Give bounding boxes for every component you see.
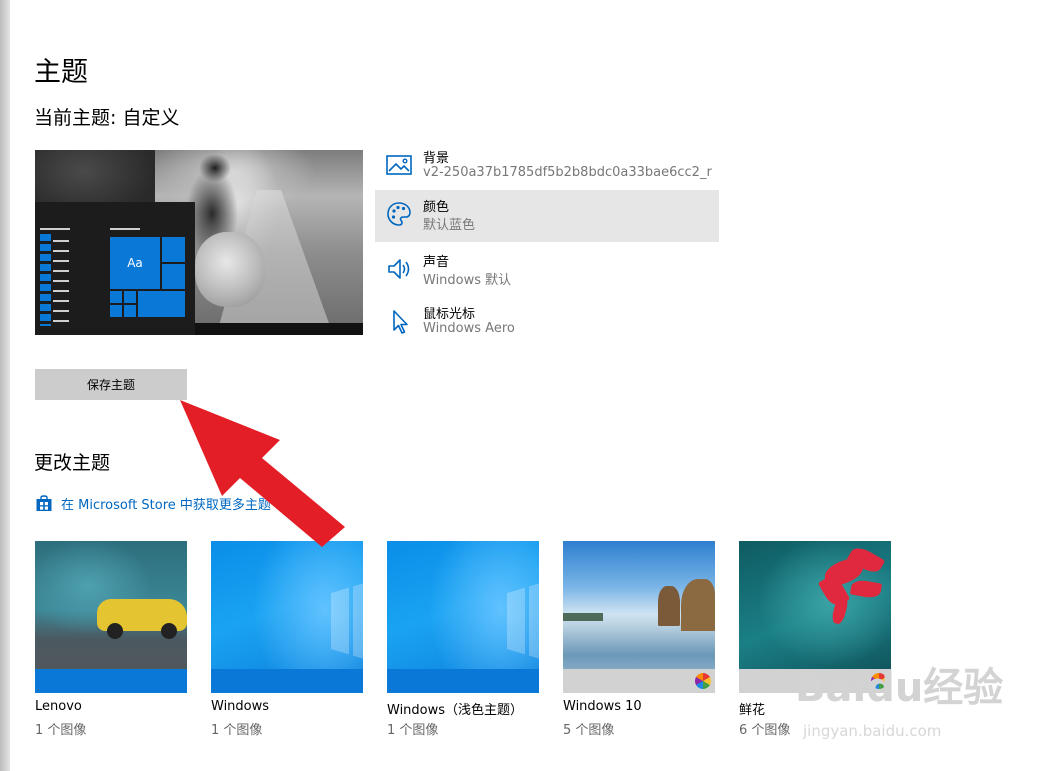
speaker-icon	[388, 259, 410, 279]
setting-title: 声音	[423, 255, 450, 270]
watermark-logo: Baidu经验	[795, 665, 1004, 711]
setting-color[interactable]: 颜色 默认蓝色	[375, 190, 719, 242]
theme-image-count: 5 个图像	[563, 723, 615, 738]
setting-value: 默认蓝色	[423, 218, 476, 233]
palette-icon	[387, 202, 411, 226]
theme-card-windows-light[interactable]: Windows（浅色主题） 1 个图像	[387, 541, 539, 738]
theme-name: Windows（浅色主题）	[387, 703, 524, 718]
theme-card-lenovo[interactable]: Lenovo 1 个图像	[35, 541, 187, 738]
setting-title: 鼠标光标	[423, 307, 476, 322]
theme-image-count: 1 个图像	[211, 723, 263, 738]
store-bag-icon	[36, 495, 52, 511]
theme-thumbnail	[35, 541, 187, 693]
save-theme-button[interactable]: 保存主题	[35, 369, 187, 400]
theme-thumbnail	[211, 541, 363, 693]
setting-value: Windows 默认	[423, 273, 512, 288]
theme-name: Lenovo	[35, 699, 82, 714]
watermark-url: jingyan.baidu.com	[803, 722, 942, 740]
theme-image-count: 1 个图像	[387, 723, 439, 738]
current-theme-heading: 当前主题: 自定义	[34, 107, 180, 129]
theme-thumbnail	[563, 541, 715, 693]
setting-value: v2-250a37b1785df5b2b8bdc0a33bae6cc2_r	[423, 165, 712, 180]
setting-value: Windows Aero	[423, 321, 515, 336]
preview-tile: Aa	[110, 237, 160, 289]
left-window-edge	[0, 0, 10, 771]
theme-thumbnail	[387, 541, 539, 693]
theme-image-count: 6 个图像	[739, 723, 791, 738]
picture-icon	[386, 155, 412, 175]
theme-name: 鲜花	[739, 703, 766, 718]
setting-title: 背景	[423, 151, 450, 166]
store-link-text: 在 Microsoft Store 中获取更多主题	[61, 498, 271, 513]
page-title: 主题	[34, 57, 88, 88]
theme-preview: Aa	[35, 150, 363, 335]
setting-cursor[interactable]: 鼠标光标 Windows Aero	[375, 297, 719, 349]
color-wheel-icon	[695, 673, 711, 689]
start-menu-preview: Aa	[35, 202, 195, 335]
cursor-icon	[393, 310, 408, 334]
store-link[interactable]: 在 Microsoft Store 中获取更多主题	[35, 494, 271, 513]
theme-card-windows[interactable]: Windows 1 个图像	[211, 541, 363, 738]
theme-name: Windows 10	[563, 699, 642, 714]
theme-image-count: 1 个图像	[35, 723, 87, 738]
setting-sound[interactable]: 声音 Windows 默认	[375, 245, 719, 297]
theme-name: Windows	[211, 699, 270, 714]
setting-title: 颜色	[423, 200, 450, 215]
change-theme-heading: 更改主题	[34, 452, 111, 474]
setting-background[interactable]: 背景 v2-250a37b1785df5b2b8bdc0a33bae6cc2_r	[375, 141, 719, 193]
theme-card-windows-10[interactable]: Windows 10 5 个图像	[563, 541, 715, 738]
